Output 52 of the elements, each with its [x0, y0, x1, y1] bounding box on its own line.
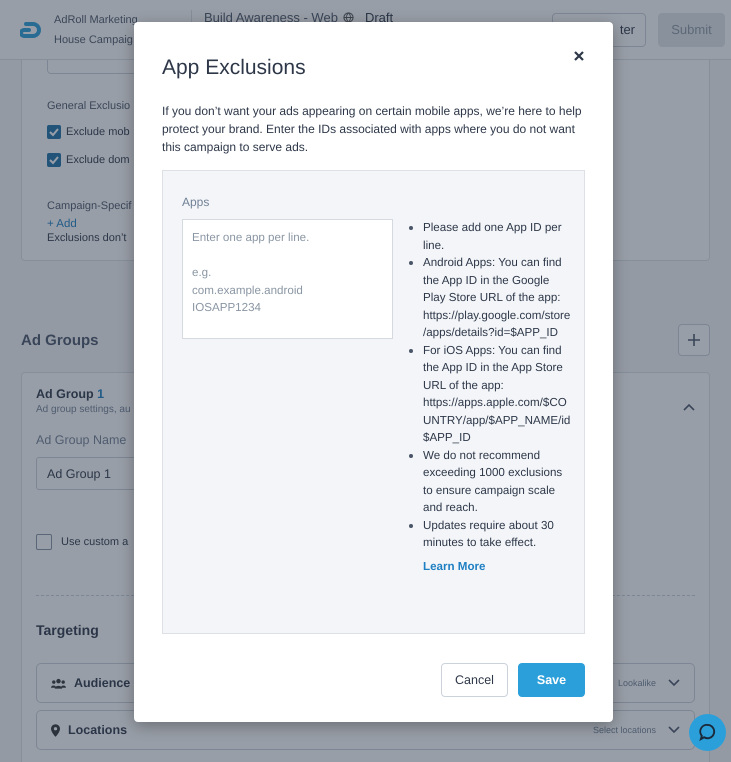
row-label: Locations	[68, 723, 128, 737]
logo-icon	[20, 20, 42, 38]
field-label: Ad Group Name	[36, 433, 126, 447]
dialog-title: App Exclusions	[162, 56, 307, 80]
chat-button[interactable]	[689, 714, 726, 751]
bullet-icon	[409, 226, 413, 230]
account-name: House Campaig	[54, 32, 133, 48]
tip-item: Please add one App ID per line.	[423, 220, 563, 254]
field-label: Apps	[182, 195, 210, 209]
ad-group-subtitle: Ad group settings, au	[36, 404, 131, 415]
section-title: Ad Groups	[21, 332, 98, 348]
map-pin-icon	[51, 724, 60, 736]
plus-icon	[687, 333, 701, 347]
chat-icon	[698, 723, 717, 742]
close-button[interactable]	[572, 49, 586, 63]
chevron-down-icon	[668, 679, 680, 687]
bullet-icon	[409, 261, 413, 265]
chevron-icon[interactable]	[683, 403, 695, 411]
checkbox[interactable]	[47, 125, 61, 139]
campaign-title: Build Awareness - Web	[204, 10, 338, 25]
tip-item: For iOS Apps: You can find the App ID in the App Store URL of the app: https://apps.apple.com/$COUNTRY/app/$APP_NAME/id$APP_ID	[423, 342, 572, 446]
checkbox[interactable]	[47, 153, 61, 167]
section-label: Campaign-Specif	[47, 200, 132, 212]
tip-item: Updates require about 30 minutes to take effect.	[423, 518, 555, 551]
learn-more-link[interactable]: Learn More	[423, 560, 486, 572]
status-label: Draft	[364, 10, 394, 25]
checkbox-label: Exclude mob	[66, 126, 130, 138]
bullet-icon	[409, 524, 413, 528]
chevron-down-icon	[668, 726, 680, 734]
checkbox-label: Exclude dom	[66, 154, 130, 166]
section-title: Targeting	[36, 622, 100, 638]
tip-item: Android Apps: You can find the App ID in the Google Play Store URL of the app: https://play.google.com/store/apps/details?id=$APP_ID	[423, 255, 572, 341]
ad-group-title: Ad Group 1	[36, 387, 106, 401]
globe-icon	[342, 12, 354, 23]
row-label: Audience	[74, 676, 130, 690]
checkbox[interactable]	[36, 534, 52, 550]
checkbox-label: Use custom a	[61, 536, 128, 548]
people-icon	[51, 678, 66, 688]
dialog-description: If you don’t want your ads appearing on certain mobile apps, we’re here to help protect your brand. Enter the IDs associated with apps where you do not want this campaign to serve ads.	[162, 103, 583, 156]
bullet-icon	[409, 348, 413, 352]
row-value: Select locations	[592, 725, 656, 735]
add-link[interactable]: + Add	[47, 218, 77, 230]
apps-textarea[interactable]: Enter one app per line. e.g. com.example.android IOSAPP1234	[182, 219, 393, 339]
row-value: Lookalike	[618, 678, 656, 688]
note-text: Exclusions don’t	[47, 232, 126, 244]
save-button[interactable]: Save	[518, 663, 585, 697]
cancel-button[interactable]: Cancel	[441, 663, 508, 697]
add-button[interactable]	[678, 324, 710, 356]
tip-item: We do not recommend exceeding 1000 exclusions to ensure campaign scale and reach.	[423, 448, 564, 516]
bullet-icon	[409, 454, 413, 458]
section-label: General Exclusio	[47, 100, 130, 112]
account-name: AdRoll Marketing	[54, 12, 138, 28]
